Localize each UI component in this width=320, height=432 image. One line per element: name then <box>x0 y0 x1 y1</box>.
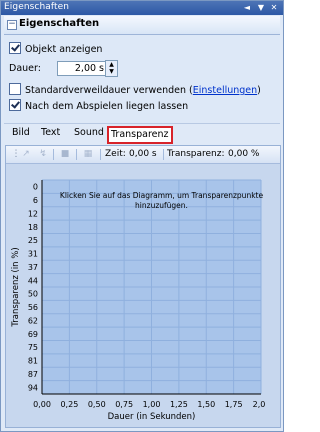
toolbar-separator <box>76 149 77 160</box>
curve-icon[interactable]: ↯ <box>37 149 49 160</box>
grid-icon[interactable]: ▦ <box>82 149 94 160</box>
x-tick-label: 1,00 <box>143 400 161 409</box>
chart-hint-text: Klicken Sie auf das Diagramm, um Transpa… <box>60 191 264 200</box>
collapse-icon[interactable]: − <box>7 20 17 30</box>
tab-text[interactable]: Text <box>38 126 63 140</box>
y-tick-label: 44 <box>28 276 38 285</box>
y-tick-label: 50 <box>28 290 38 299</box>
y-tick-label: 94 <box>28 383 38 392</box>
toolbar-separator <box>53 149 54 160</box>
x-tick-label: 1,75 <box>225 400 243 409</box>
y-tick-label: 25 <box>28 236 38 245</box>
transparency-editor: ⋮ ↗ ↯ ■ ▦ Zeit: 0,00 s Transparenz: 0,00… <box>5 145 281 428</box>
tab-sound[interactable]: Sound <box>71 126 107 140</box>
duration-input[interactable]: 2,00 s <box>57 61 108 76</box>
y-tick-label: 12 <box>28 209 38 218</box>
chart-toolbar: ⋮ ↗ ↯ ■ ▦ Zeit: 0,00 s Transparenz: 0,00… <box>6 146 280 164</box>
transparency-value: 0,00 % <box>228 149 260 159</box>
dock-left-button[interactable]: ◄ <box>242 2 252 13</box>
x-tick-label: 0,00 <box>33 400 51 409</box>
toolbar-separator <box>163 149 164 160</box>
show-object-checkbox[interactable] <box>9 42 21 54</box>
title-bar: Eigenschaften ◄ ▼ ✕ <box>1 1 283 15</box>
x-tick-label: 2,0 <box>253 400 266 409</box>
y-tick-label: 69 <box>28 330 38 339</box>
y-tick-label: 81 <box>28 357 38 366</box>
std-duration-label: Standardverweildauer verwenden ( <box>25 85 193 96</box>
y-axis-label: Transparenz (in %) <box>11 247 21 327</box>
y-tick-label: 18 <box>28 223 38 232</box>
std-duration-label-end: ) <box>257 85 261 96</box>
duration-label: Dauer: <box>9 63 41 74</box>
x-tick-label: 1,25 <box>170 400 188 409</box>
y-tick-label: 6 <box>33 196 38 205</box>
x-tick-label: 0,50 <box>88 400 106 409</box>
x-axis-label: Dauer (in Sekunden) <box>108 412 196 422</box>
menu-dropdown-button[interactable]: ▼ <box>256 2 266 13</box>
tab-bild[interactable]: Bild <box>9 126 33 140</box>
duration-spinner[interactable]: ▲ ▼ <box>105 60 118 77</box>
chart-hint-text: hinzuzufügen. <box>135 201 188 210</box>
transparency-label: Transparenz: <box>167 149 225 159</box>
x-tick-label: 0,25 <box>60 400 78 409</box>
keep-after-row[interactable]: Nach dem Abspielen liegen lassen <box>9 99 188 112</box>
transparency-chart[interactable]: 0 6 12 18 25 31 37 44 50 56 62 69 75 81 87 94 0,00 0,25 0,… <box>6 164 280 426</box>
properties-window: Eigenschaften ◄ ▼ ✕ − Eigenschaften Obje… <box>0 0 284 432</box>
pointer-icon[interactable]: ↗ <box>20 149 32 160</box>
group-title: Eigenschaften <box>19 18 100 29</box>
y-tick-label: 62 <box>28 316 38 325</box>
window-title: Eigenschaften <box>4 2 70 12</box>
y-tick-label: 87 <box>28 370 38 379</box>
y-tick-label: 75 <box>28 343 38 352</box>
toolbar-separator <box>100 149 101 160</box>
y-tick-label: 56 <box>28 303 38 312</box>
tab-transparenz[interactable]: Transparenz <box>107 126 173 144</box>
y-tick-label: 31 <box>28 250 38 259</box>
close-button[interactable]: ✕ <box>269 2 279 13</box>
settings-link[interactable]: Einstellungen <box>193 85 257 96</box>
time-label: Zeit: <box>105 149 126 159</box>
delete-icon[interactable]: ■ <box>59 149 71 160</box>
group-header[interactable]: − Eigenschaften <box>4 16 280 35</box>
time-value: 0,00 s <box>129 149 157 159</box>
show-object-label: Objekt anzeigen <box>25 44 103 55</box>
std-duration-row[interactable]: Standardverweildauer verwenden (Einstell… <box>9 83 261 96</box>
y-tick-label: 0 <box>33 183 38 192</box>
properties-group: − Eigenschaften Objekt anzeigen Dauer: 2… <box>4 16 280 124</box>
keep-after-checkbox[interactable] <box>9 99 21 111</box>
x-tick-label: 1,50 <box>197 400 215 409</box>
y-tick-label: 37 <box>28 263 38 272</box>
keep-after-label: Nach dem Abspielen liegen lassen <box>25 101 189 112</box>
show-object-row[interactable]: Objekt anzeigen <box>9 42 102 55</box>
x-tick-label: 0,75 <box>115 400 133 409</box>
std-duration-checkbox[interactable] <box>9 83 21 95</box>
